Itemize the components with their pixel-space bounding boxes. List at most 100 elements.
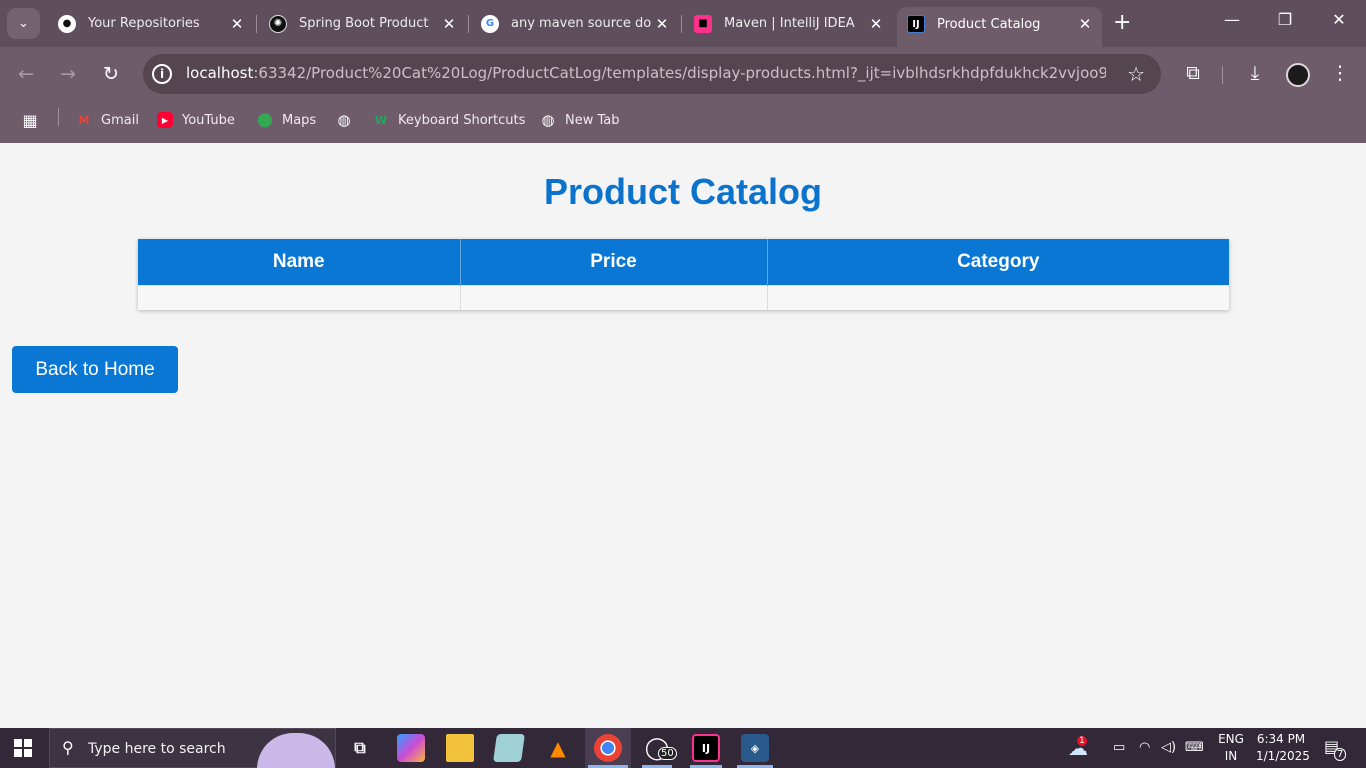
clock-date: 1/1/2025 [1256,749,1310,763]
back-to-home-button[interactable]: Back to Home [12,346,178,393]
intellij-icon: IJ [907,15,925,33]
table-header-row: Name Price Category [138,239,1229,285]
battery-icon[interactable]: ▭ [1113,740,1125,755]
intellij-icon: ■ [694,14,712,33]
chrome-icon[interactable] [594,734,622,762]
file-explorer-icon[interactable] [446,734,474,762]
tab-maven-search[interactable]: G any maven source do ✕ [471,7,679,40]
column-header-price: Price [460,239,768,285]
bookmark-gmail[interactable]: M Gmail [76,112,139,128]
bookmark-label: Keyboard Shortcuts [398,112,526,128]
search-highlight-illustration [257,733,335,768]
taskbar-search[interactable]: ⚲ Type here to search [49,728,336,768]
tab-product-catalog[interactable]: IJ Product Catalog ✕ [897,7,1102,47]
arrow-right-icon: → [60,63,76,85]
bookmarks-divider [58,108,59,126]
maps-pin-icon: ⬤ [257,112,273,128]
bookmark-youtube[interactable]: ▶ YouTube [157,112,235,128]
table-row [138,284,1229,310]
bookmark-maps[interactable]: ⬤ Maps [257,112,316,128]
github-icon: ● [58,14,76,33]
language-code: ENG [1218,732,1244,746]
close-icon: ✕ [1332,10,1346,29]
bookmark-label: Gmail [101,112,139,128]
minimize-button[interactable]: — [1217,10,1247,29]
close-icon[interactable]: ✕ [226,15,248,33]
bookmark-new-tab[interactable]: ◍ New Tab [540,111,620,129]
google-icon: G [481,14,499,33]
copilot-icon[interactable] [397,734,425,762]
product-table: Name Price Category [138,239,1229,310]
close-icon[interactable]: ✕ [438,15,460,33]
notepad-icon[interactable] [493,734,525,762]
globe-icon: ◍ [541,111,555,129]
windows-start-icon[interactable] [14,739,32,757]
tab-maven-intellij[interactable]: ■ Maven | IntelliJ IDEA ✕ [684,7,893,40]
tab-title: Product Catalog [937,16,1041,32]
reload-button[interactable]: ↻ [99,63,123,85]
bookmark-keyboard-shortcuts[interactable]: W Keyboard Shortcuts [373,112,525,128]
toolbar-divider [1222,66,1223,84]
taskbar-search-placeholder: Type here to search [88,741,226,757]
apps-grid-button[interactable]: ▦ [22,110,47,130]
avatar[interactable] [1286,63,1310,87]
bookmark-label: Maps [282,112,317,128]
close-window-button[interactable]: ✕ [1324,10,1354,29]
bookmark-globe[interactable]: ◍ [336,111,361,129]
minimize-icon: — [1224,10,1240,29]
close-icon[interactable]: ✕ [1074,15,1096,33]
gmail-icon: M [78,113,90,127]
restore-button[interactable]: ❐ [1270,10,1300,29]
bookmarks-bar: ▦ M Gmail ▶ YouTube ⬤ Maps ◍ W Keyboard … [0,101,1366,143]
address-bar[interactable]: i localhost:63342/Product%20Cat%20Log/Pr… [143,54,1161,94]
volume-icon[interactable]: ◁) [1161,740,1176,755]
openai-icon: ✺ [269,14,287,33]
menu-kebab-icon[interactable]: ⋮ [1327,62,1353,84]
tab-search-button[interactable]: ⌄ [7,8,40,39]
close-icon[interactable]: ✕ [651,15,673,33]
tab-title: Spring Boot Product [299,16,429,31]
task-view-icon[interactable]: ⧉ [346,734,374,762]
reload-icon: ↻ [103,63,119,85]
url-host: localhost [186,64,254,82]
close-icon[interactable]: ✕ [865,15,887,33]
wifi-icon[interactable]: ◠ [1139,740,1150,755]
tab-spring-boot-product[interactable]: ✺ Spring Boot Product ✕ [259,7,466,40]
column-header-name: Name [138,239,461,285]
tab-your-repositories[interactable]: ● Your Repositories ✕ [48,7,254,40]
tab-title: Maven | IntelliJ IDEA [724,16,855,31]
extensions-icon[interactable]: ⧉ [1180,62,1206,84]
site-info-icon[interactable]: i [152,64,172,84]
input-language[interactable]: ENG IN [1216,731,1246,765]
forward-nav-button[interactable]: → [56,63,80,85]
wave-w-icon: W [374,113,388,127]
url-text[interactable]: localhost:63342/Product%20Cat%20Log/Prod… [186,64,1106,82]
apps-grid-icon: ▦ [22,110,38,130]
intellij-taskbar-icon[interactable]: IJ [692,734,720,762]
arrow-left-icon: ← [18,63,34,85]
cell-category [767,284,1229,310]
new-tab-button[interactable]: + [1113,11,1131,35]
whatsapp-badge: 50 [658,747,677,760]
clock[interactable]: 6:34 PM 1/1/2025 [1256,731,1310,765]
bookmark-star-icon[interactable]: ☆ [1127,62,1145,86]
tab-divider [681,15,682,33]
chevron-down-icon: ⌄ [18,16,29,31]
cell-price [460,284,768,310]
keyboard-icon[interactable]: ⌨ [1185,740,1204,755]
back-nav-button[interactable]: ← [14,63,38,85]
clock-time: 6:34 PM [1256,732,1306,746]
search-icon: ⚲ [62,738,74,757]
tab-strip: ⌄ ● Your Repositories ✕ ✺ Spring Boot Pr… [0,0,1366,47]
tab-divider [468,15,469,33]
bookmark-label: New Tab [565,112,620,128]
weather-badge: 1 [1077,736,1087,746]
sql-tool-icon[interactable]: ◈ [741,734,769,762]
browser-toolbar: ← → ↻ i localhost:63342/Product%20Cat%20… [0,47,1366,101]
vlc-icon[interactable]: ▲ [544,734,572,762]
tab-divider [256,15,257,33]
bookmark-label: YouTube [182,112,235,128]
tab-title: Your Repositories [88,16,200,31]
download-icon[interactable]: ⤓ [1242,62,1268,84]
page-title: Product Catalog [543,171,822,212]
